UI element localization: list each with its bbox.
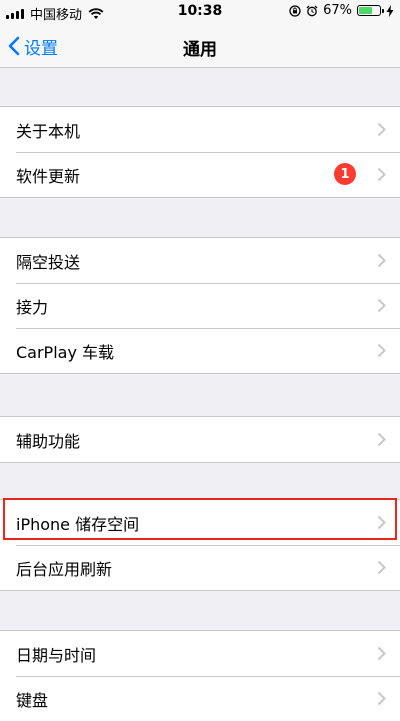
chevron-right-icon	[377, 515, 386, 530]
chevron-right-icon	[377, 560, 386, 575]
cell-label: 辅助功能	[16, 431, 81, 451]
rotation-lock-icon	[289, 4, 301, 17]
settings-group-1: 关于本机 软件更新 1	[0, 106, 400, 198]
navigation-bar: 设置 通用	[0, 24, 400, 68]
status-right: 67%	[289, 3, 394, 18]
chevron-right-icon	[377, 432, 386, 447]
cell-label: 日期与时间	[16, 645, 97, 665]
chevron-right-icon	[377, 167, 386, 182]
cell-label: 键盘	[16, 690, 49, 710]
cell-about[interactable]: 关于本机	[0, 107, 400, 152]
chevron-right-icon	[377, 253, 386, 268]
cell-label: 后台应用刷新	[16, 559, 113, 579]
settings-group-5: 日期与时间 键盘	[0, 630, 400, 721]
settings-group-4: iPhone 储存空间 后台应用刷新	[0, 499, 400, 591]
cell-iphone-storage[interactable]: iPhone 储存空间	[0, 500, 400, 545]
charging-icon	[386, 4, 394, 17]
chevron-right-icon	[377, 343, 386, 358]
alarm-icon	[306, 5, 318, 16]
status-bar: 中国移动 10:38 67%	[0, 0, 400, 24]
battery-level	[359, 7, 372, 14]
cell-label: iPhone 储存空间	[16, 514, 140, 534]
chevron-right-icon	[377, 691, 386, 706]
chevron-right-icon	[377, 122, 386, 137]
cell-carplay[interactable]: CarPlay 车载	[0, 328, 400, 373]
cell-software-update[interactable]: 软件更新 1	[0, 152, 400, 197]
cell-label: 隔空投送	[16, 252, 81, 272]
cell-label: 接力	[16, 297, 49, 317]
notification-badge: 1	[334, 163, 356, 185]
cell-keyboard[interactable]: 键盘	[0, 676, 400, 721]
cell-airdrop[interactable]: 隔空投送	[0, 238, 400, 283]
page-title: 通用	[183, 40, 217, 60]
cell-accessibility[interactable]: 辅助功能	[0, 417, 400, 462]
cell-label: 关于本机	[16, 121, 81, 141]
battery-icon	[357, 5, 384, 16]
cell-handoff[interactable]: 接力	[0, 283, 400, 328]
chevron-right-icon	[377, 646, 386, 661]
cell-background-app-refresh[interactable]: 后台应用刷新	[0, 545, 400, 590]
settings-group-2: 隔空投送 接力 CarPlay 车载	[0, 237, 400, 374]
settings-group-3: 辅助功能	[0, 416, 400, 463]
cell-label: CarPlay 车载	[16, 342, 115, 362]
battery-percent: 67%	[323, 3, 352, 18]
cell-date-time[interactable]: 日期与时间	[0, 631, 400, 676]
cell-label: 软件更新	[16, 166, 81, 186]
chevron-right-icon	[377, 298, 386, 313]
